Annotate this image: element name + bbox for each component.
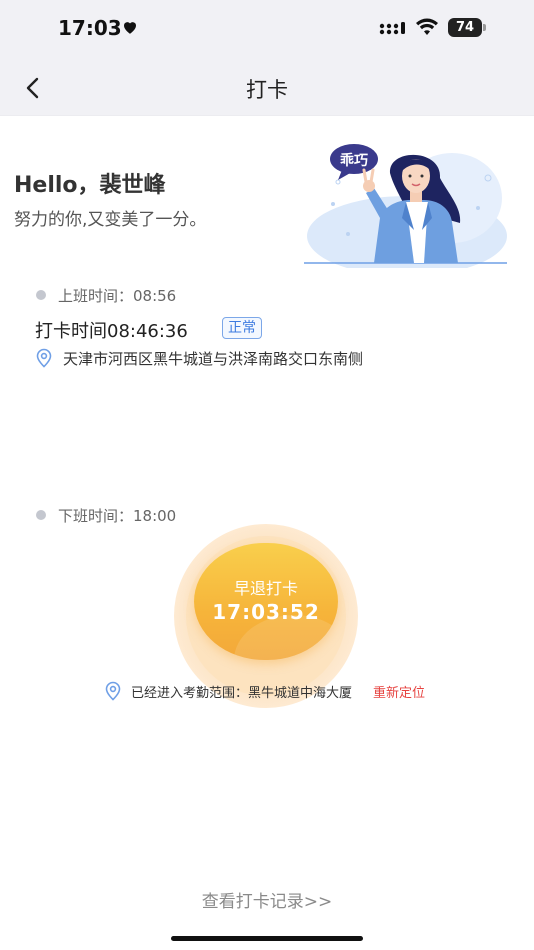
woman-illustration: 乖巧	[304, 144, 507, 268]
page-title: 打卡	[246, 78, 288, 102]
battery-indicator: 74	[448, 18, 486, 37]
wifi-icon	[416, 18, 438, 35]
status-time: 17:03	[58, 16, 122, 40]
clock-in-timeline-dot	[36, 290, 46, 300]
cellular-signal-icon	[379, 22, 405, 35]
clock-out-scheduled-time: 下班时间：18:00	[58, 507, 177, 525]
greeting-subtitle: 努力的你,又变美了一分。	[14, 210, 207, 230]
illustration-bubble-text: 乖巧	[340, 152, 368, 169]
clock-button-time: 17:03:52	[212, 600, 320, 624]
battery-level: 74	[448, 18, 482, 37]
clock-in-scheduled-time: 上班时间：08:56	[58, 287, 177, 305]
battery-tip	[483, 24, 486, 31]
clock-in-address: 天津市河西区黑牛城道与洪泽南路交口东南侧	[63, 350, 364, 368]
location-pin-icon	[36, 348, 52, 368]
relocate-link[interactable]: 重新定位	[373, 682, 425, 701]
status-bar: 17:03 74	[0, 0, 534, 58]
clock-button-label: 早退打卡	[233, 579, 298, 598]
status-badge: 正常	[222, 317, 262, 339]
greeting-heading: Hello，裴世峰	[14, 173, 166, 198]
heart-icon	[124, 22, 136, 34]
location-pin-icon	[105, 681, 121, 701]
home-indicator[interactable]	[171, 936, 363, 941]
clock-out-timeline-dot	[36, 510, 46, 520]
nav-bar: 打卡	[0, 58, 534, 116]
clock-in-record-time: 打卡时间08:46:36	[35, 321, 188, 342]
view-records-link[interactable]: 查看打卡记录>>	[0, 887, 534, 912]
early-leave-clock-button[interactable]: 早退打卡 17:03:52	[194, 543, 338, 660]
attendance-range-text: 已经进入考勤范围：黑牛城道中海大厦	[131, 686, 353, 701]
